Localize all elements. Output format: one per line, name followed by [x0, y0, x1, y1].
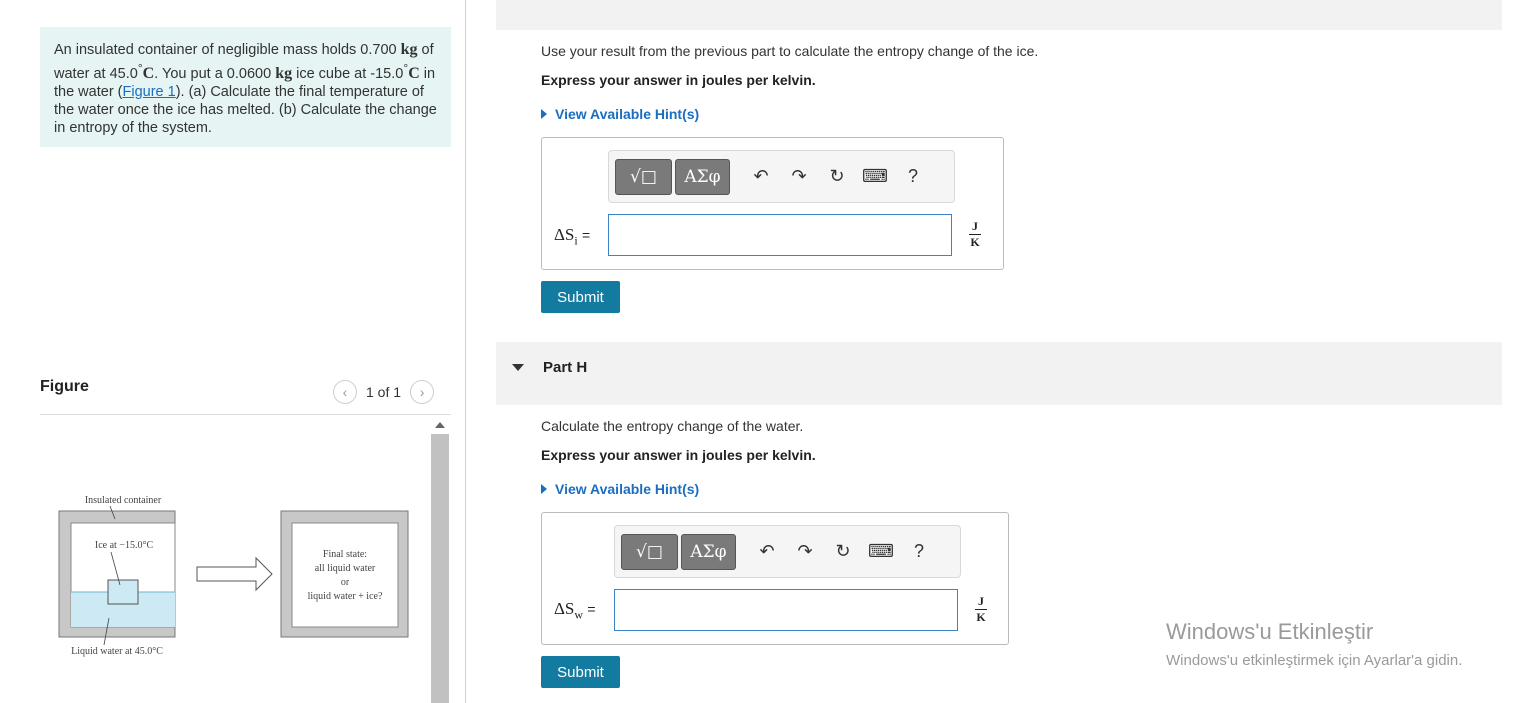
variable-symbol: ΔS [554, 599, 575, 618]
figure-diagram: Insulated container Ice at −15.0°C Liqui… [58, 495, 409, 657]
final-state-label: all liquid water [315, 563, 376, 574]
greek-label: ΑΣφ [690, 541, 727, 562]
problem-text: ice cube at -15.0 [292, 65, 404, 82]
activation-watermark-title: Windows'u Etkinleştir [1166, 619, 1374, 644]
figure-pagination: ‹ 1 of 1 › [333, 379, 435, 405]
unit-kg: kg [275, 64, 293, 82]
next-figure-button[interactable]: › [410, 380, 435, 404]
equals-sign: = [581, 227, 591, 243]
help-label: ? [907, 166, 918, 186]
partG-hint-toggle[interactable]: View Available Hint(s) [541, 106, 699, 122]
unit-celsius: C [408, 64, 420, 82]
activation-watermark-text: Windows'u etkinleştirmek için Ayarlar'a … [1166, 652, 1463, 669]
unit-numerator: J [978, 594, 984, 608]
figure-divider [40, 414, 451, 415]
help-label: ? [913, 541, 924, 561]
ice-label: Ice at −15.0°C [95, 540, 154, 551]
caret-down-icon[interactable] [512, 364, 524, 371]
help-icon[interactable]: ? [894, 166, 932, 187]
partH-submit-button[interactable]: Submit [541, 656, 620, 688]
keyboard-icon[interactable]: ⌨ [862, 541, 900, 562]
variable-symbol: ΔS [554, 225, 575, 244]
partG-submit-button[interactable]: Submit [541, 281, 620, 313]
undo-icon[interactable]: ↶ [742, 166, 780, 187]
figure-page-indicator: 1 of 1 [366, 384, 402, 400]
scrollbar-thumb[interactable] [431, 434, 449, 703]
greek-label: ΑΣφ [684, 166, 721, 187]
partG-prompt: Use your result from the previous part t… [541, 43, 1039, 59]
partG-answer-input[interactable] [608, 214, 952, 256]
chevron-right-icon: › [419, 384, 425, 400]
caret-right-icon [541, 484, 547, 494]
caret-right-icon [541, 109, 547, 119]
liquid-label: Liquid water at 45.0°C [71, 646, 163, 657]
scroll-up-icon[interactable] [435, 422, 445, 428]
unit-kg: kg [400, 41, 418, 58]
partH-hint-toggle[interactable]: View Available Hint(s) [541, 481, 699, 497]
insulated-label: Insulated container [85, 495, 162, 506]
keyboard-icon[interactable]: ⌨ [856, 166, 894, 187]
partH-variable-label: ΔSw = [554, 599, 596, 622]
partH-instruction: Express your answer in joules per kelvin… [541, 447, 816, 463]
figure-title: Figure [40, 378, 89, 395]
greek-symbols-button[interactable]: ΑΣφ [681, 533, 736, 570]
final-container [280, 510, 409, 638]
figure-link[interactable]: Figure 1 [123, 84, 176, 100]
panel-divider [465, 0, 466, 703]
sqrt-template-icon: √□ [630, 166, 657, 187]
final-state-label: Final state: [323, 549, 367, 560]
redo-icon[interactable]: ↷ [786, 541, 824, 562]
ice-cube [107, 579, 139, 605]
problem-text: An insulated container of negligible mas… [54, 42, 401, 58]
templates-button[interactable]: √□ [615, 158, 672, 195]
prev-figure-button[interactable]: ‹ [333, 380, 357, 404]
templates-button[interactable]: √□ [621, 533, 678, 570]
process-arrow-icon [196, 556, 273, 592]
final-state-label: or [341, 577, 350, 588]
problem-text: . You put a 0.0600 [154, 65, 276, 82]
unit-celsius: C [142, 64, 155, 82]
undo-icon[interactable]: ↶ [748, 541, 786, 562]
redo-icon[interactable]: ↷ [780, 166, 818, 187]
partG-unit: J K [969, 220, 981, 249]
partH-unit: J K [975, 595, 987, 624]
greek-symbols-button[interactable]: ΑΣφ [675, 158, 730, 195]
figure-scrollbar[interactable] [431, 418, 449, 703]
unit-denominator: K [970, 235, 980, 249]
variable-subscript: w [574, 607, 584, 622]
partH-title[interactable]: Part H [543, 359, 587, 376]
hint-label: View Available Hint(s) [555, 481, 700, 497]
partH-header[interactable] [496, 342, 1502, 405]
sqrt-template-icon: √□ [636, 541, 663, 562]
part-header-bar [496, 0, 1502, 30]
partG-variable-label: ΔSi = [554, 225, 590, 248]
help-icon[interactable]: ? [900, 541, 938, 562]
variable-subscript: i [574, 233, 578, 248]
unit-denominator: K [976, 610, 986, 624]
partG-instruction: Express your answer in joules per kelvin… [541, 72, 816, 88]
chevron-left-icon: ‹ [342, 384, 348, 400]
partG-math-toolbar: √□ ΑΣφ ↶ ↷ ↻ ⌨ ? [608, 150, 955, 203]
partH-math-toolbar: √□ ΑΣφ ↶ ↷ ↻ ⌨ ? [614, 525, 961, 578]
problem-statement: An insulated container of negligible mas… [40, 27, 451, 147]
reset-icon[interactable]: ↻ [818, 166, 856, 187]
equals-sign: = [587, 601, 596, 617]
partH-prompt: Calculate the entropy change of the wate… [541, 418, 804, 434]
partH-answer-input[interactable] [614, 589, 958, 631]
reset-icon[interactable]: ↻ [824, 541, 862, 562]
unit-numerator: J [972, 219, 978, 233]
hint-label: View Available Hint(s) [555, 106, 700, 122]
final-state-label: liquid water + ice? [308, 591, 383, 602]
